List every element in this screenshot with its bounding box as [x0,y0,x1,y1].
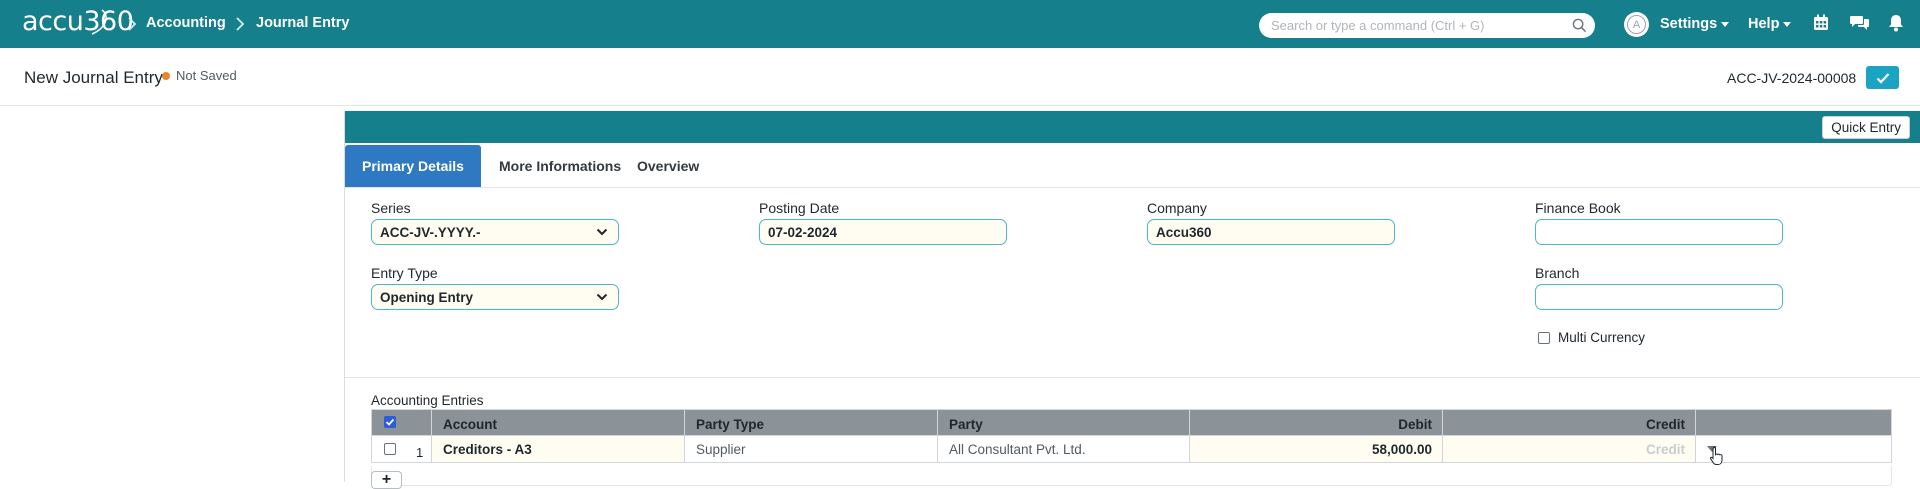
column-header-account: Account [432,410,685,435]
page-head: New Journal Entry Not Saved ACC-JV-2024-… [0,48,1920,106]
section-divider [345,377,1920,378]
column-header-actions [1696,410,1891,435]
series-value: ACC-JV-.YYYY.- [380,225,481,240]
bell-icon[interactable] [1888,14,1904,32]
branch-label: Branch [1535,265,1580,281]
multi-currency-checkbox[interactable] [1538,332,1550,344]
chevron-right-icon [236,17,245,31]
help-label: Help [1748,16,1780,32]
help-menu[interactable]: Help [1748,16,1792,32]
company-field[interactable] [1147,219,1395,245]
document-name: ACC-JV-2024-00008 [1727,70,1857,86]
posting-date-label: Posting Date [759,200,840,216]
finance-book-label: Finance Book [1535,200,1621,216]
search-icon[interactable] [1572,18,1587,33]
page-title: New Journal Entry [24,68,163,87]
cell-account[interactable]: Creditors - A3 [432,436,685,462]
chevron-down-icon [596,228,608,236]
check-icon [1876,72,1889,84]
row-checkbox[interactable] [384,443,396,455]
select-all-checkbox[interactable] [384,416,396,428]
grid-footer-frame [371,466,1892,486]
cell-party[interactable]: All Consultant Pvt. Ltd. [938,436,1190,462]
tab-overview[interactable]: Overview [620,145,716,187]
tab-more-informations[interactable]: More Informations [482,145,638,187]
series-select[interactable]: ACC-JV-.YYYY.- [371,219,619,245]
row-index: 1 [416,445,424,460]
chevron-right-icon [128,17,137,31]
column-header-debit: Debit [1190,410,1443,435]
cell-party-type[interactable]: Supplier [685,436,938,462]
cell-credit[interactable]: Credit [1443,436,1696,462]
caret-down-icon [1721,21,1730,27]
quick-entry-button[interactable]: Quick Entry [1822,116,1910,139]
avatar[interactable]: A [1624,12,1649,37]
logo-swoosh-icon [91,9,107,35]
chat-icon[interactable] [1850,14,1870,31]
column-header-party: Party [938,410,1190,435]
tab-primary-details[interactable]: Primary Details [345,145,481,187]
company-label: Company [1147,200,1207,216]
accounting-entries-grid: Account Party Type Party Debit Credit 1 … [371,409,1892,465]
form-tabs: Primary Details More Informations Overvi… [345,145,1920,188]
posting-date-field[interactable] [759,219,1007,245]
breadcrumb-accounting[interactable]: Accounting [146,15,226,31]
entry-type-select[interactable]: Opening Entry [371,284,619,310]
grid-header-row: Account Party Type Party Debit Credit [372,410,1891,435]
caret-down-icon [1783,21,1792,27]
form-toolbar: Quick Entry [345,111,1920,143]
check-icon [385,418,395,426]
form-layout: Quick Entry Primary Details More Informa… [344,111,1920,489]
multi-currency-label: Multi Currency [1558,330,1646,345]
column-header-party-type: Party Type [685,410,938,435]
row-actions-cell [1696,436,1891,465]
add-row-button[interactable]: + [371,471,402,489]
calendar-icon[interactable] [1813,14,1829,31]
accounting-entries-label: Accounting Entries [371,393,484,408]
breadcrumb-journal-entry[interactable]: Journal Entry [256,15,349,31]
chevron-down-icon [596,293,608,301]
status-badge: Not Saved [176,68,237,83]
cursor-hand-icon [1709,446,1723,465]
cell-debit[interactable]: 58,000.00 [1190,436,1443,462]
save-button[interactable] [1866,66,1899,89]
settings-label: Settings [1660,16,1718,32]
column-header-credit: Credit [1443,410,1696,435]
search-input[interactable] [1259,13,1595,38]
top-navbar: accu360 Accounting Journal Entry A Setti… [0,0,1920,48]
series-label: Series [371,200,411,216]
settings-menu[interactable]: Settings [1660,16,1730,32]
status-dot [162,72,170,80]
entry-type-label: Entry Type [371,265,438,281]
table-row[interactable]: 1 Creditors - A3 Supplier All Consultant… [372,435,1891,465]
branch-field[interactable] [1535,284,1783,310]
avatar-initial: A [1627,15,1646,34]
entry-type-value: Opening Entry [380,290,474,305]
grid-select-all-cell [372,410,432,435]
row-select-cell: 1 [372,436,432,462]
finance-book-field[interactable] [1535,219,1783,245]
